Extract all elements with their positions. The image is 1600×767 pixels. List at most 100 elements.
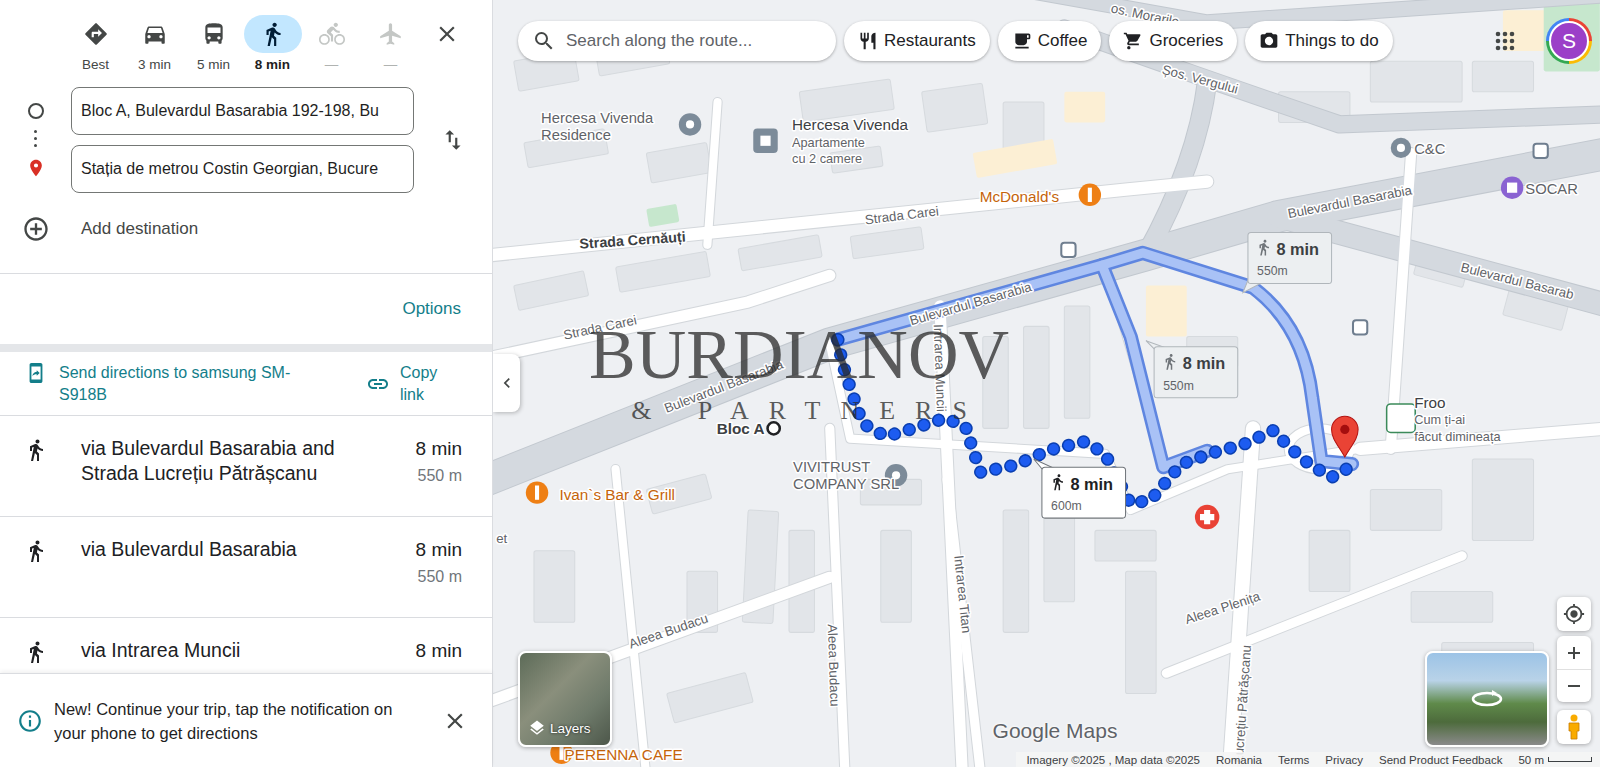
fields: Bloc A, Bulevardul Basarabia 192-198, Bu… [71,87,414,193]
destination-pin-icon[interactable] [1332,416,1359,457]
directions-panel: Best 3 min 5 min 8 min — — Bloc A, Bulev… [0,0,493,767]
route-callout[interactable]: 8 min 550m [1146,341,1238,398]
category-chip[interactable]: Things to do [1245,21,1393,61]
share-row: Send directions to samsung SM-S918B Copy… [0,352,492,416]
watermark-title: BURDIANOV [589,320,1009,390]
callout-distance: 550m [1163,379,1194,393]
minus-icon [1566,678,1582,694]
zoom-out-button[interactable] [1557,669,1591,702]
route-search[interactable]: Search along the route... [518,21,836,61]
location-icon [1563,603,1585,625]
category-chip[interactable]: Groceries [1109,21,1237,61]
route-option[interactable]: via Bulevardul Basarabia 8 min 550 m [0,517,492,618]
map-label: Aleea Budacu [627,610,710,651]
map-block [1064,92,1105,123]
add-destination-label: Add destination [81,219,198,239]
zoom-in-button[interactable] [1557,636,1591,669]
destination-input[interactable]: Stația de metrou Costin Georgian, Bucure [71,145,414,193]
map-block [514,271,589,311]
footer-link[interactable]: Privacy [1325,754,1363,766]
swap-button[interactable] [414,87,492,193]
road [707,102,717,245]
scale-bar: 50 m [1518,754,1592,766]
map-block [850,227,924,259]
swap-icon [440,127,466,153]
map-label: Bulevardul Basarabia [662,357,786,416]
link-icon [366,372,390,396]
footer-link[interactable]: Imagery ©2025 , Map data ©2025 [1026,754,1200,766]
callout-time: 8 min [1183,354,1226,372]
selected-route[interactable] [838,340,1350,504]
road [1166,556,1462,673]
map-block [667,672,754,723]
close-button[interactable] [430,15,464,53]
mode-label: 8 min [255,56,290,73]
road [493,275,830,359]
travel-mode: — [361,15,420,73]
street-view-thumbnail[interactable] [1425,651,1549,747]
map-label: et [496,531,507,546]
footer-link[interactable]: Romania [1216,754,1262,766]
map-block [534,551,575,622]
route-time: 8 min [416,436,462,461]
layers-button[interactable]: Layers [518,651,612,747]
flight-icon [378,21,404,47]
road [947,479,981,767]
map-label: PERENNA CAFE [565,746,683,763]
origin-input[interactable]: Bloc A, Bulevardul Basarabia 192-198, Bu [71,87,414,135]
options-button[interactable]: Options [402,299,461,319]
route-option[interactable]: via Bulevardul Basarabia and Strada Lucr… [0,416,492,517]
route-callout[interactable]: 8 min600m [1034,459,1126,518]
footer-link[interactable]: Terms [1278,754,1309,766]
map-block [1126,571,1157,693]
footer-link[interactable]: Send Product Feedback [1379,754,1502,766]
avatar-letter: S [1549,21,1589,61]
road-edge [707,102,717,245]
route-callout[interactable]: 8 min550m [1243,233,1332,293]
things-icon [1259,31,1279,51]
map-label: Lucrețiu Pătrășcanu [1231,645,1254,764]
account-avatar[interactable]: S [1546,18,1592,64]
route-inputs: Bloc A, Bulevardul Basarabia 192-198, Bu… [0,87,492,193]
map-topbar: Search along the route... Restaurants Co… [518,21,1393,61]
walk-icon [1053,474,1063,490]
callout-time: 8 min [1070,475,1113,493]
travel-mode[interactable]: 8 min [243,15,302,73]
origin-marker[interactable] [768,422,780,434]
chip-label: Things to do [1285,31,1379,51]
travel-mode[interactable]: 5 min [184,15,243,73]
map-block [646,142,712,183]
my-location-button[interactable] [1557,597,1591,631]
mode-pill [362,15,420,53]
best-icon [83,21,109,47]
collapse-panel-button[interactable] [493,354,520,412]
map-label: Șos. Vergului [1160,62,1239,97]
pegman-button[interactable] [1557,710,1591,744]
category-chip[interactable]: Restaurants [844,21,990,61]
send-to-phone[interactable]: Send directions to samsung SM-S918B [0,362,310,406]
watermark-subtitle: & PARTNERS [589,396,1009,426]
copy-link[interactable]: Copy link [366,362,450,406]
chevron-left-icon [497,373,517,393]
notice-close-button[interactable] [442,708,468,734]
map-label: Bulevardul Basarabia [908,279,1034,328]
travel-mode[interactable]: Best [66,15,125,73]
dots-icon [34,130,37,147]
road [493,153,1600,481]
phone-icon [25,362,47,384]
info-icon [17,708,43,734]
apps-button[interactable] [1485,21,1525,61]
search-icon [532,29,556,53]
map-label: Strada Carei [864,203,940,227]
map-label: Froo [1414,394,1445,411]
add-destination[interactable]: Add destination [0,205,492,253]
map-label: Aleea Plenița [1183,588,1262,627]
mode-label: Best [82,56,109,73]
map-label: Bulevardul Basarab [1459,260,1575,303]
category-chip[interactable]: Coffee [998,21,1102,61]
map[interactable]: os. MorarileHercesa VivendaResidenceHerc… [493,0,1600,767]
mode-label: 5 min [197,56,230,73]
travel-mode[interactable]: 3 min [125,15,184,73]
map-block [1309,530,1350,591]
route-via: via Bulevardul Basarabia [81,537,297,562]
